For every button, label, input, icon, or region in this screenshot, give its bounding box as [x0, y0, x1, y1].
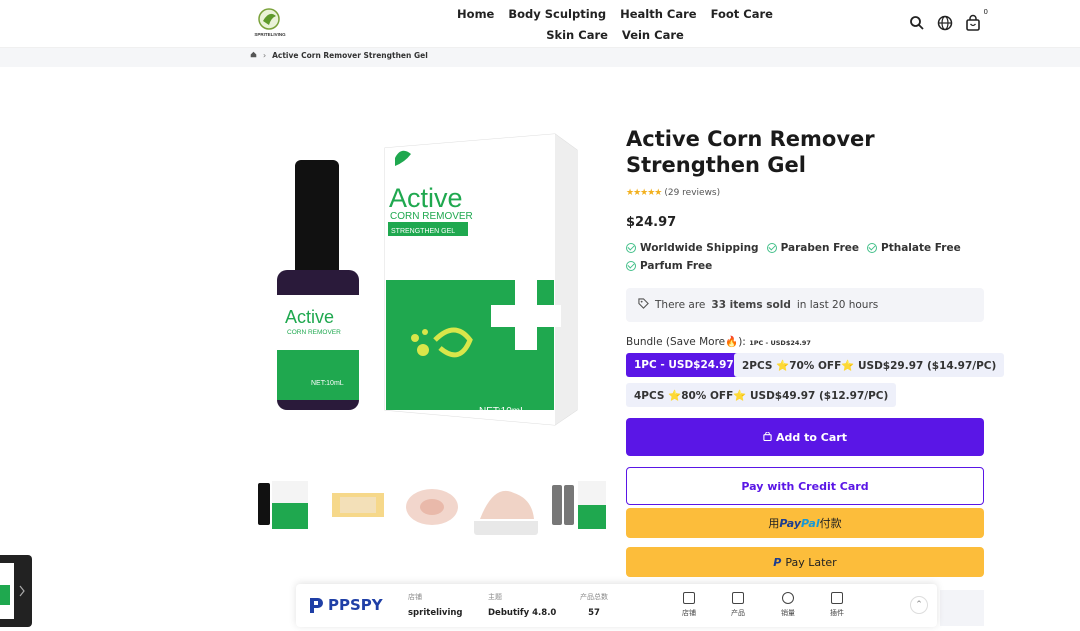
nav-foot-care[interactable]: Foot Care — [711, 5, 773, 23]
sold-pre: There are — [655, 299, 706, 311]
brand-logo[interactable]: SPRITELIVING — [252, 6, 288, 40]
svg-text:NET:10mL: NET:10mL — [311, 380, 344, 387]
nav-health-care[interactable]: Health Care — [620, 5, 697, 23]
feature-item: Parfum Free — [626, 260, 712, 272]
thumbnail-3[interactable] — [400, 473, 464, 535]
paypal-button[interactable]: 用 Pay Pal 付款 — [626, 508, 984, 538]
rating-row[interactable]: ★★★★★ (29 reviews) — [626, 188, 720, 198]
ppspy-toolbar: PPSPY 店铺 spriteliving 主题 Debutify 4.8.0 … — [296, 584, 937, 627]
svg-text:Active: Active — [389, 183, 463, 213]
ppspy-product-icon[interactable]: 产品 — [723, 592, 753, 618]
feature-list: Worldwide Shipping Paraben Free Pthalate… — [626, 242, 976, 272]
sold-count: 33 items sold — [711, 299, 791, 311]
product-title: Active Corn Remover Strengthen Gel — [626, 127, 875, 177]
ppspy-theme: 主题 Debutify 4.8.0 — [488, 593, 557, 618]
thumbnail-5[interactable] — [548, 473, 612, 535]
thumbnail-2[interactable] — [326, 473, 390, 535]
ppspy-product-count: 产品总数 57 — [580, 593, 608, 618]
product-main-image[interactable]: Active CORN REMOVER STRENGTHEN GEL NET:1… — [255, 120, 595, 450]
scroll-up-icon[interactable]: ⌃ — [910, 596, 928, 614]
check-circle-icon — [766, 243, 777, 253]
bundle-option-4pcs[interactable]: 4PCS ⭐80% OFF⭐ USD$49.97 ($12.97/PC) — [626, 383, 897, 407]
pay-credit-card-button[interactable]: Pay with Credit Card — [626, 467, 984, 505]
right-footer-box — [940, 590, 984, 626]
thumbnail-strip — [252, 473, 612, 535]
ppspy-plugin-icon[interactable]: 插件 — [822, 592, 852, 618]
breadcrumb-current: Active Corn Remover Strengthen Gel — [272, 51, 428, 60]
search-icon[interactable] — [908, 14, 926, 32]
svg-text:Active: Active — [285, 307, 334, 327]
ppspy-sales-icon[interactable]: 销量 — [773, 592, 803, 618]
check-circle-icon — [626, 261, 636, 271]
thumbnail-1[interactable] — [252, 473, 316, 535]
main-nav: Home Body Sculpting Health Care Foot Car… — [440, 5, 790, 44]
bundle-option-1pc[interactable]: 1PC - USD$24.97 — [626, 353, 742, 377]
bundle-label: Bundle (Save More🔥): 1PC - USD$24.97 — [626, 336, 811, 348]
paypal-icon: P — [773, 555, 782, 569]
ppspy-store: 店铺 spriteliving — [408, 593, 463, 618]
bundle-option-2pcs[interactable]: 2PCS ⭐70% OFF⭐ USD$29.97 ($14.97/PC) — [734, 353, 1005, 377]
svg-text:NET:10mL: NET:10mL — [479, 406, 526, 417]
pay-later-button[interactable]: P Pay Later — [626, 547, 984, 577]
review-count: (29 reviews) — [664, 188, 721, 198]
breadcrumb-bar: › Active Corn Remover Strengthen Gel — [0, 48, 1080, 67]
product-price: $24.97 — [626, 215, 677, 230]
side-preview-widget[interactable] — [0, 555, 32, 627]
bag-icon — [763, 431, 772, 444]
header-icons: 0 — [908, 8, 988, 32]
svg-text:STRENGTHEN GEL: STRENGTHEN GEL — [391, 228, 455, 235]
home-icon[interactable] — [250, 51, 257, 60]
svg-text:SPRITELIVING: SPRITELIVING — [254, 32, 286, 37]
site-header: SPRITELIVING Home Body Sculpting Health … — [0, 0, 1080, 48]
cart-count: 0 — [983, 8, 988, 16]
items-sold-banner: There are 33 items sold in last 20 hours — [626, 288, 984, 322]
ppspy-logo[interactable]: PPSPY — [308, 596, 383, 614]
chevron-right-icon: › — [263, 51, 267, 60]
nav-skin-care[interactable]: Skin Care — [546, 26, 608, 44]
sold-post: in last 20 hours — [796, 299, 879, 311]
add-to-cart-button[interactable]: Add to Cart — [626, 418, 984, 456]
bundle-selected: 1PC - USD$24.97 — [749, 339, 811, 347]
feature-item: Worldwide Shipping — [626, 242, 759, 254]
tag-icon — [638, 298, 649, 312]
ppspy-store-icon[interactable]: 店铺 — [674, 592, 704, 618]
feature-item: Paraben Free — [766, 242, 859, 254]
star-rating-icon: ★★★★★ — [626, 188, 662, 198]
svg-text:CORN REMOVER: CORN REMOVER — [390, 211, 473, 222]
nav-vein-care[interactable]: Vein Care — [622, 26, 684, 44]
feature-item: Pthalate Free — [867, 242, 961, 254]
globe-icon[interactable] — [936, 14, 954, 32]
thumbnail-4[interactable] — [474, 473, 538, 535]
cart-icon[interactable]: 0 — [964, 8, 988, 32]
svg-text:CORN REMOVER: CORN REMOVER — [287, 329, 341, 336]
nav-body-sculpting[interactable]: Body Sculpting — [508, 5, 606, 23]
check-circle-icon — [867, 243, 878, 253]
check-circle-icon — [626, 243, 636, 253]
nav-home[interactable]: Home — [457, 5, 494, 23]
breadcrumb: › Active Corn Remover Strengthen Gel — [250, 51, 428, 60]
